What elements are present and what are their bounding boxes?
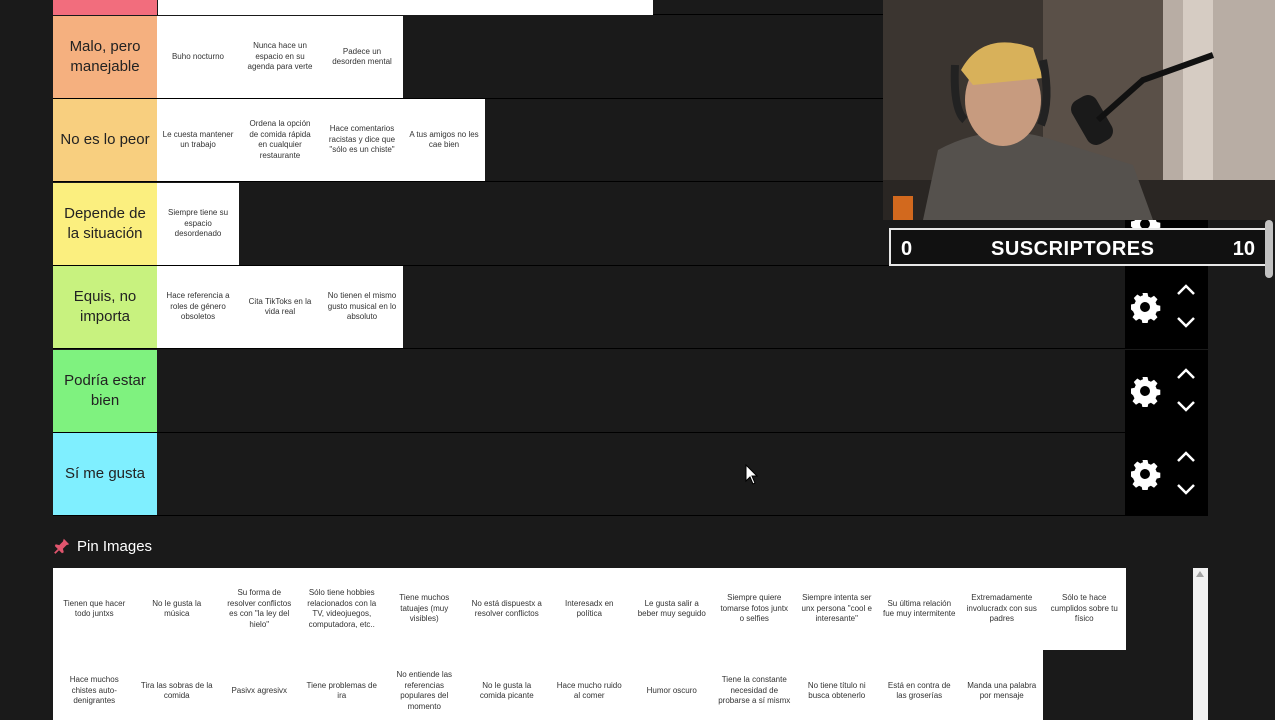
- chevron-down-icon[interactable]: [1175, 482, 1197, 496]
- tier-items[interactable]: [157, 350, 1125, 432]
- pin-image-card[interactable]: Extremadamente involucradx con sus padre…: [960, 568, 1043, 650]
- tier-controls: [1125, 350, 1208, 432]
- tier-label[interactable]: Equis, no importa: [53, 266, 157, 348]
- tier-item-card[interactable]: Hace referencia a roles de género obsole…: [157, 266, 239, 348]
- tier-controls: [1125, 433, 1208, 515]
- pin-image-card[interactable]: No está dispuestx a resolver conflictos: [465, 568, 548, 650]
- pin-image-card[interactable]: Hace muchos chistes auto-denigrantes: [53, 650, 136, 720]
- tier-item-card[interactable]: Hace comentarios racistas y dice que "só…: [321, 99, 403, 181]
- tier-item-card[interactable]: Siempre tiene su espacio desordenado: [157, 183, 239, 265]
- pin-image-card[interactable]: Sólo tiene hobbies relacionados con la T…: [300, 568, 383, 650]
- streamer-video: [883, 0, 1275, 220]
- tier-item-partial[interactable]: [158, 0, 653, 15]
- chevron-down-icon[interactable]: [1175, 399, 1197, 413]
- pin-image-card[interactable]: Tienen que hacer todo juntxs: [53, 568, 136, 650]
- webcam-overlay: [883, 0, 1275, 220]
- subscriber-label: SUSCRIPTORES: [991, 238, 1155, 260]
- pin-row: Tienen que hacer todo juntxs No le gusta …: [53, 568, 1126, 650]
- pin-image-card[interactable]: Tira las sobras de la comida: [135, 650, 218, 720]
- pin-image-card[interactable]: Le gusta salir a beber muy seguido: [630, 568, 713, 650]
- chevron-up-icon[interactable]: [1175, 367, 1197, 381]
- pin-image-card[interactable]: Manda una palabra por mensaje: [960, 650, 1043, 720]
- mouse-cursor-icon: [745, 464, 759, 485]
- pin-scrollbar[interactable]: [1193, 568, 1208, 720]
- tier-label[interactable]: Podría estar bien: [53, 350, 157, 432]
- tier-item-card[interactable]: Nunca hace un espacio en su agenda para …: [239, 16, 321, 98]
- pin-images-title: Pin Images: [77, 537, 153, 555]
- pin-image-card[interactable]: Sólo te hace cumplidos sobre tu físico: [1043, 568, 1126, 650]
- chevron-up-icon[interactable]: [1175, 450, 1197, 464]
- tier-row: Sí me gusta: [53, 433, 1208, 516]
- pin-image-card[interactable]: No entiende las referencias populares de…: [383, 650, 466, 720]
- pin-images-area: Tienen que hacer todo juntxs No le gusta …: [53, 568, 1208, 720]
- pin-image-card[interactable]: Tiene muchos tatuajes (muy visibles): [383, 568, 466, 650]
- chevron-down-icon[interactable]: [1175, 315, 1197, 329]
- gear-icon[interactable]: [1129, 291, 1161, 324]
- pin-image-card[interactable]: No le gusta la comida picante: [465, 650, 548, 720]
- subscriber-goal-bar: 0 SUSCRIPTORES 10: [889, 228, 1267, 266]
- page-scrollbar[interactable]: [1263, 220, 1275, 280]
- page-scrollbar-thumb[interactable]: [1265, 220, 1273, 278]
- pin-image-card[interactable]: Siempre quiere tomarse fotos juntx o sel…: [713, 568, 796, 650]
- tier-row: Equis, no importa Hace referencia a roles…: [53, 266, 1208, 349]
- tier-item-card[interactable]: Cita TikToks en la vida real: [239, 266, 321, 348]
- tier-label-partial: [53, 0, 157, 15]
- tier-controls: [1125, 266, 1208, 348]
- pin-image-card[interactable]: Interesadx en política: [548, 568, 631, 650]
- tier-item-card[interactable]: Le cuesta mantener un trabajo: [157, 99, 239, 181]
- pin-image-card[interactable]: Siempre intenta ser unx persona "cool e …: [795, 568, 878, 650]
- tier-item-card[interactable]: Padece un desorden mental: [321, 16, 403, 98]
- tier-items[interactable]: Hace referencia a roles de género obsole…: [157, 266, 1125, 348]
- pin-image-card[interactable]: Tiene problemas de ira: [300, 650, 383, 720]
- pin-image-card[interactable]: Humor oscuro: [630, 650, 713, 720]
- tier-item-card[interactable]: Ordena la opción de comida rápida en cua…: [239, 99, 321, 181]
- pin-image-card[interactable]: Pasivx agresivx: [218, 650, 301, 720]
- tier-item-card[interactable]: Buho nocturno: [157, 16, 239, 98]
- tier-label[interactable]: No es lo peor: [53, 99, 157, 181]
- pin-image-card[interactable]: Está en contra de las groserías: [878, 650, 961, 720]
- pin-image-card[interactable]: Tiene la constante necesidad de probarse…: [713, 650, 796, 720]
- gear-icon[interactable]: [1129, 375, 1161, 408]
- scroll-up-arrow-icon[interactable]: [1196, 571, 1204, 577]
- tier-items[interactable]: [157, 433, 1125, 515]
- pin-image-card[interactable]: Hace mucho ruido al comer: [548, 650, 631, 720]
- tier-label[interactable]: Malo, pero manejable: [53, 16, 157, 98]
- pin-images-header: Pin Images: [53, 536, 152, 556]
- pin-image-card[interactable]: Su última relación fue muy intermitente: [878, 568, 961, 650]
- pin-row: Hace muchos chistes auto-denigrantes Tira…: [53, 650, 1043, 720]
- tier-label[interactable]: Depende de la situación: [53, 183, 157, 265]
- pin-image-card[interactable]: Su forma de resolver conflictos es con "…: [218, 568, 301, 650]
- tier-row: Podría estar bien: [53, 350, 1208, 433]
- subscriber-count-current: 0: [901, 238, 913, 260]
- pushpin-icon: [54, 538, 70, 554]
- chevron-up-icon[interactable]: [1175, 283, 1197, 297]
- pin-image-card[interactable]: No tiene título ni busca obtenerlo: [795, 650, 878, 720]
- tier-label[interactable]: Sí me gusta: [53, 433, 157, 515]
- tier-item-card[interactable]: A tus amigos no les cae bien: [403, 99, 485, 181]
- gear-icon[interactable]: [1129, 458, 1161, 491]
- tier-item-card[interactable]: No tienen el mismo gusto musical en lo a…: [321, 266, 403, 348]
- subscriber-count-goal: 10: [1232, 238, 1255, 260]
- pin-image-card[interactable]: No le gusta la música: [135, 568, 218, 650]
